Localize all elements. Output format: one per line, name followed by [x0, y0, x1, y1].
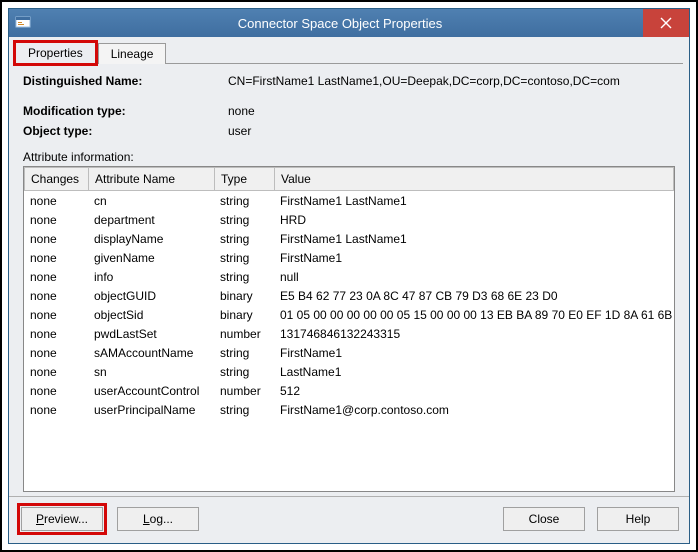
cell-name: sn	[88, 362, 214, 381]
cell-value: LastName1	[274, 362, 674, 381]
cell-value: FirstName1	[274, 248, 674, 267]
table-row[interactable]: nonegivenNamestringFirstName1	[24, 248, 674, 267]
cell-changes: none	[24, 362, 88, 381]
object-type-value: user	[228, 124, 675, 138]
cell-changes: none	[24, 305, 88, 324]
dn-label: Distinguished Name:	[23, 74, 228, 88]
close-button[interactable]: Close	[503, 507, 585, 531]
title-bar: Connector Space Object Properties	[9, 9, 689, 37]
table-row[interactable]: nonesAMAccountNamestringFirstName1	[24, 343, 674, 362]
cell-name: userPrincipalName	[88, 400, 214, 419]
cell-type: string	[214, 400, 274, 419]
cell-type: number	[214, 324, 274, 343]
col-header-attribute-name[interactable]: Attribute Name	[89, 168, 215, 191]
window-title: Connector Space Object Properties	[37, 9, 643, 37]
cell-changes: none	[24, 400, 88, 419]
screenshot-frame: Connector Space Object Properties Proper…	[0, 0, 698, 552]
cell-name: givenName	[88, 248, 214, 267]
cell-type: string	[214, 343, 274, 362]
modification-type-label: Modification type:	[23, 104, 228, 118]
close-icon	[660, 17, 672, 29]
cell-value: 512	[274, 381, 674, 400]
cell-value: 01 05 00 00 00 00 00 05 15 00 00 00 13 E…	[274, 305, 674, 324]
cell-type: binary	[214, 286, 274, 305]
cell-changes: none	[24, 248, 88, 267]
cell-changes: none	[24, 343, 88, 362]
dn-value: CN=FirstName1 LastName1,OU=Deepak,DC=cor…	[228, 74, 675, 88]
preview-button-highlight: Preview...	[19, 505, 105, 533]
cell-value: E5 B4 62 77 23 0A 8C 47 87 CB 79 D3 68 6…	[274, 286, 674, 305]
table-row-empty	[24, 419, 674, 438]
cell-name: info	[88, 267, 214, 286]
cell-type: string	[214, 248, 274, 267]
object-type-label: Object type:	[23, 124, 228, 138]
attribute-info-label: Attribute information:	[23, 150, 675, 164]
tab-lineage[interactable]: Lineage	[98, 43, 167, 64]
cell-name: pwdLastSet	[88, 324, 214, 343]
cell-type: string	[214, 191, 274, 210]
cell-type: string	[214, 210, 274, 229]
log-button[interactable]: Log...	[117, 507, 199, 531]
dialog-window: Connector Space Object Properties Proper…	[8, 8, 690, 544]
cell-changes: none	[24, 191, 88, 210]
cell-value: FirstName1 LastName1	[274, 191, 674, 210]
table-row[interactable]: nonesnstringLastName1	[24, 362, 674, 381]
close-window-button[interactable]	[643, 9, 689, 37]
table-row[interactable]: nonecnstringFirstName1 LastName1	[24, 191, 674, 210]
log-button-label-rest: og...	[150, 512, 173, 526]
cell-value: FirstName1@corp.contoso.com	[274, 400, 674, 419]
table-row[interactable]: noneobjectGUIDbinaryE5 B4 62 77 23 0A 8C…	[24, 286, 674, 305]
table-row[interactable]: noneobjectSidbinary01 05 00 00 00 00 00 …	[24, 305, 674, 324]
cell-changes: none	[24, 286, 88, 305]
table-row-empty	[24, 476, 674, 491]
cell-changes: none	[24, 381, 88, 400]
cell-type: number	[214, 381, 274, 400]
cell-changes: none	[24, 324, 88, 343]
col-header-type[interactable]: Type	[215, 168, 275, 191]
table-row[interactable]: noneuserPrincipalNamestringFirstName1@co…	[24, 400, 674, 419]
tab-properties[interactable]: Properties	[15, 42, 96, 64]
cell-changes: none	[24, 267, 88, 286]
preview-button[interactable]: Preview...	[21, 507, 103, 531]
col-header-value[interactable]: Value	[275, 168, 674, 191]
attribute-grid[interactable]: Changes Attribute Name Type Value nonecn…	[23, 166, 675, 492]
cell-type: binary	[214, 305, 274, 324]
table-row[interactable]: noneuserAccountControlnumber512	[24, 381, 674, 400]
cell-name: cn	[88, 191, 214, 210]
col-header-changes[interactable]: Changes	[25, 168, 89, 191]
cell-value: null	[274, 267, 674, 286]
properties-panel: Distinguished Name: CN=FirstName1 LastNa…	[9, 64, 689, 496]
cell-value: FirstName1	[274, 343, 674, 362]
table-row-empty	[24, 438, 674, 457]
modification-type-value: none	[228, 104, 675, 118]
table-row[interactable]: nonedisplayNamestringFirstName1 LastName…	[24, 229, 674, 248]
cell-name: objectGUID	[88, 286, 214, 305]
cell-changes: none	[24, 229, 88, 248]
cell-name: objectSid	[88, 305, 214, 324]
dialog-button-row: Preview... Log... Close Help	[9, 496, 689, 543]
table-row[interactable]: nonedepartmentstringHRD	[24, 210, 674, 229]
cell-type: string	[214, 362, 274, 381]
cell-name: department	[88, 210, 214, 229]
cell-name: displayName	[88, 229, 214, 248]
cell-type: string	[214, 229, 274, 248]
table-row-empty	[24, 457, 674, 476]
table-row[interactable]: nonepwdLastSetnumber131746846132243315	[24, 324, 674, 343]
preview-button-label-rest: review...	[44, 512, 88, 526]
app-icon	[9, 9, 37, 37]
cell-value: 131746846132243315	[274, 324, 674, 343]
cell-changes: none	[24, 210, 88, 229]
tab-strip: PropertiesLineage	[15, 41, 683, 64]
cell-type: string	[214, 267, 274, 286]
cell-name: userAccountControl	[88, 381, 214, 400]
help-button[interactable]: Help	[597, 507, 679, 531]
cell-value: FirstName1 LastName1	[274, 229, 674, 248]
table-row[interactable]: noneinfostringnull	[24, 267, 674, 286]
cell-name: sAMAccountName	[88, 343, 214, 362]
cell-value: HRD	[274, 210, 674, 229]
